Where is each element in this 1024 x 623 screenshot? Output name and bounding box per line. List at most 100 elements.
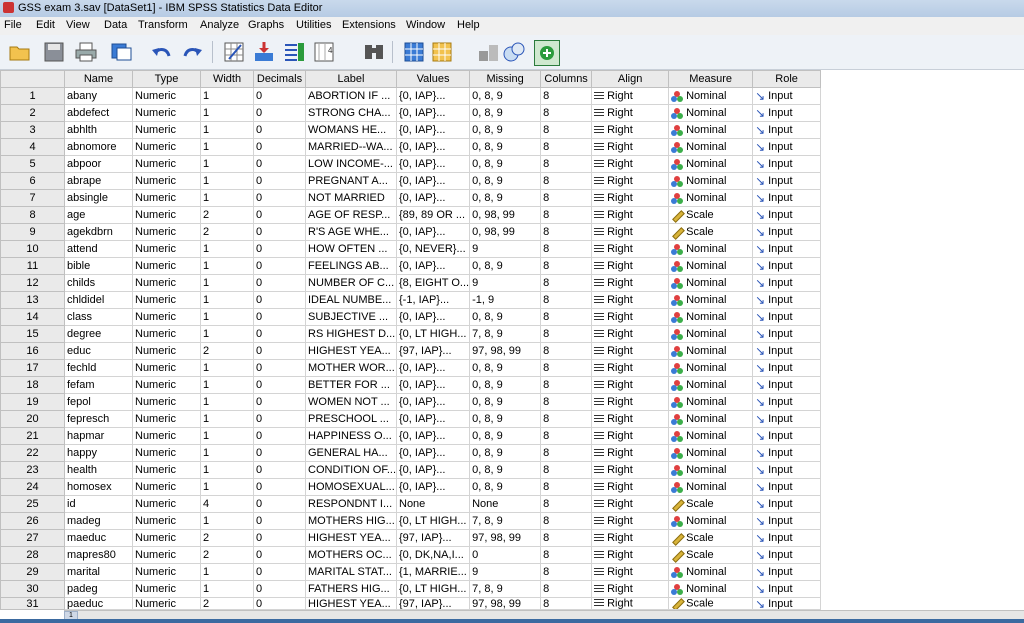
role-cell[interactable]: ↘ Input	[752, 427, 822, 445]
missing-cell[interactable]: 0, 8, 9	[469, 155, 542, 173]
width-cell[interactable]: 1	[200, 580, 254, 598]
label-cell[interactable]: BETTER FOR ...	[305, 376, 397, 394]
table-row[interactable]: 14 class Numeric 1 0 SUBJECTIVE ... {0, IAP}..…	[0, 308, 822, 326]
type-cell[interactable]: Numeric	[132, 580, 201, 598]
type-cell[interactable]: Numeric	[132, 121, 201, 139]
type-cell[interactable]: Numeric	[132, 138, 201, 156]
type-cell[interactable]: Numeric	[132, 308, 201, 326]
table-row[interactable]: 9 agekdbrn Numeric 2 0 R'S AGE WHE... {0, IAP}…	[0, 223, 822, 241]
name-cell[interactable]: marital	[64, 563, 133, 581]
table-row[interactable]: 29 marital Numeric 1 0 MARITAL STAT... {1, MAR…	[0, 563, 822, 581]
width-cell[interactable]: 1	[200, 87, 254, 105]
type-cell[interactable]: Numeric	[132, 155, 201, 173]
label-cell[interactable]: MARITAL STAT...	[305, 563, 397, 581]
type-cell[interactable]: Numeric	[132, 427, 201, 445]
table-row[interactable]: 15 degree Numeric 1 0 RS HIGHEST D... {0, LT H…	[0, 325, 822, 343]
type-cell[interactable]: Numeric	[132, 104, 201, 122]
values-cell[interactable]: {0, IAP}...	[395, 138, 471, 156]
label-cell[interactable]: SUBJECTIVE ...	[305, 308, 397, 326]
name-cell[interactable]: happy	[64, 444, 133, 462]
row-number[interactable]: 18	[0, 376, 65, 394]
type-cell[interactable]: Numeric	[132, 512, 201, 530]
name-cell[interactable]: attend	[64, 240, 133, 258]
columns-cell[interactable]: 8	[540, 257, 593, 275]
row-number[interactable]: 3	[0, 121, 65, 139]
width-cell[interactable]: 1	[200, 155, 254, 173]
menu-extensions[interactable]: Extensions	[342, 19, 396, 31]
decimals-cell[interactable]: 0	[253, 512, 306, 530]
insert-cases-icon[interactable]	[402, 40, 426, 64]
label-cell[interactable]: FEELINGS AB...	[305, 257, 397, 275]
table-row[interactable]: 11 bible Numeric 1 0 FEELINGS AB... {0, IAP}..…	[0, 257, 822, 275]
values-cell[interactable]: {0, IAP}...	[395, 189, 471, 207]
label-cell[interactable]: WOMANS HE...	[305, 121, 397, 139]
decimals-cell[interactable]: 0	[253, 291, 306, 309]
values-cell[interactable]: {8, EIGHT O...	[395, 274, 471, 292]
decimals-cell[interactable]: 0	[253, 597, 306, 610]
missing-cell[interactable]: 9	[469, 563, 542, 581]
table-row[interactable]: 30 padeg Numeric 1 0 FATHERS HIG... {0, LT HIG…	[0, 580, 822, 598]
table-row[interactable]: 23 health Numeric 1 0 CONDITION OF... {0, IAP}…	[0, 461, 822, 479]
values-cell[interactable]: {0, IAP}...	[395, 393, 471, 411]
label-cell[interactable]: STRONG CHA...	[305, 104, 397, 122]
align-cell[interactable]: Right	[591, 325, 670, 343]
menu-window[interactable]: Window	[406, 19, 445, 31]
align-cell[interactable]: Right	[591, 308, 670, 326]
align-cell[interactable]: Right	[591, 563, 670, 581]
table-row[interactable]: 31 paeduc Numeric 2 0 HIGHEST YEA... {97, IAP}…	[0, 597, 822, 610]
open-folder-icon[interactable]	[8, 40, 32, 64]
width-cell[interactable]: 1	[200, 512, 254, 530]
role-cell[interactable]: ↘ Input	[752, 240, 822, 258]
row-number[interactable]: 30	[0, 580, 65, 598]
row-number[interactable]: 4	[0, 138, 65, 156]
width-cell[interactable]: 1	[200, 478, 254, 496]
columns-cell[interactable]: 8	[540, 138, 593, 156]
type-cell[interactable]: Numeric	[132, 410, 201, 428]
width-cell[interactable]: 1	[200, 121, 254, 139]
type-cell[interactable]: Numeric	[132, 223, 201, 241]
type-cell[interactable]: Numeric	[132, 274, 201, 292]
table-row[interactable]: 22 happy Numeric 1 0 GENERAL HA... {0, IAP}...…	[0, 444, 822, 462]
measure-cell[interactable]: Scale	[668, 597, 754, 610]
role-cell[interactable]: ↘ Input	[752, 393, 822, 411]
label-cell[interactable]: PRESCHOOL ...	[305, 410, 397, 428]
measure-cell[interactable]: Nominal	[668, 172, 754, 190]
missing-cell[interactable]: 0	[469, 546, 542, 564]
columns-cell[interactable]: 8	[540, 291, 593, 309]
label-cell[interactable]: NUMBER OF C...	[305, 274, 397, 292]
role-cell[interactable]: ↘ Input	[752, 155, 822, 173]
width-cell[interactable]: 1	[200, 563, 254, 581]
table-row[interactable]: 4 abnomore Numeric 1 0 MARRIED--WA... {0, IAP}…	[0, 138, 822, 156]
decimals-cell[interactable]: 0	[253, 529, 306, 547]
label-cell[interactable]: ABORTION IF ...	[305, 87, 397, 105]
align-cell[interactable]: Right	[591, 444, 670, 462]
table-row[interactable]: 18 fefam Numeric 1 0 BETTER FOR ... {0, IAP}..…	[0, 376, 822, 394]
name-cell[interactable]: homosex	[64, 478, 133, 496]
values-cell[interactable]: {0, IAP}...	[395, 172, 471, 190]
measure-cell[interactable]: Nominal	[668, 342, 754, 360]
values-cell[interactable]: {0, IAP}...	[395, 359, 471, 377]
role-cell[interactable]: ↘ Input	[752, 444, 822, 462]
values-cell[interactable]: {0, IAP}...	[395, 87, 471, 105]
width-cell[interactable]: 2	[200, 223, 254, 241]
save-icon[interactable]	[42, 40, 66, 64]
columns-cell[interactable]: 8	[540, 206, 593, 224]
type-cell[interactable]: Numeric	[132, 325, 201, 343]
role-cell[interactable]: ↘ Input	[752, 512, 822, 530]
missing-cell[interactable]: 9	[469, 274, 542, 292]
values-cell[interactable]: {0, IAP}...	[395, 410, 471, 428]
decimals-cell[interactable]: 0	[253, 410, 306, 428]
missing-cell[interactable]: 0, 8, 9	[469, 138, 542, 156]
values-cell[interactable]: {97, IAP}...	[395, 529, 471, 547]
width-cell[interactable]: 2	[200, 546, 254, 564]
decimals-cell[interactable]: 0	[253, 580, 306, 598]
decimals-cell[interactable]: 0	[253, 155, 306, 173]
width-cell[interactable]: 4	[200, 495, 254, 513]
columns-cell[interactable]: 8	[540, 461, 593, 479]
type-cell[interactable]: Numeric	[132, 240, 201, 258]
values-cell[interactable]: {0, IAP}...	[395, 444, 471, 462]
name-cell[interactable]: abrape	[64, 172, 133, 190]
values-cell[interactable]: {97, IAP}...	[395, 597, 471, 610]
name-cell[interactable]: educ	[64, 342, 133, 360]
values-cell[interactable]: None	[395, 495, 471, 513]
